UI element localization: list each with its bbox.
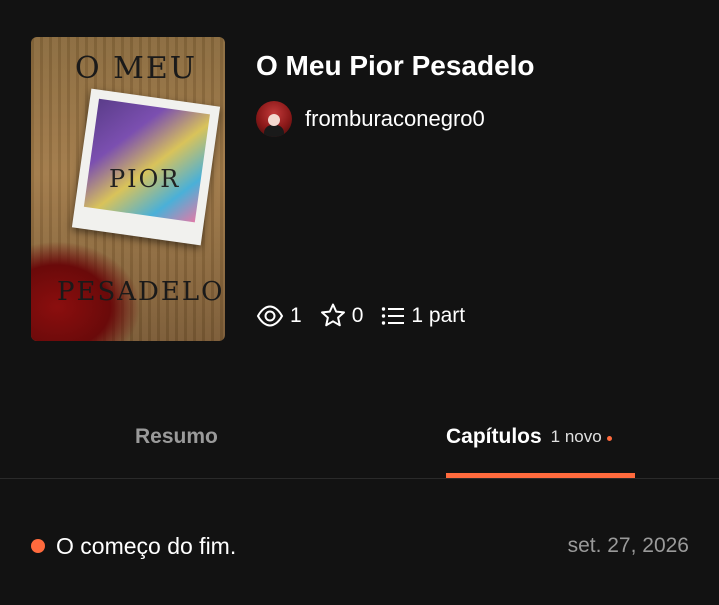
star-icon bbox=[320, 303, 345, 327]
tab-summary-label: Resumo bbox=[135, 425, 218, 448]
tab-chapters[interactable]: Capítulos 1 novo bbox=[446, 398, 612, 476]
cover-title-bottom: PESADELO bbox=[57, 277, 225, 307]
chapter-list-item[interactable]: O começo do fim. set. 27, 2026 bbox=[0, 520, 719, 572]
eye-icon bbox=[256, 304, 284, 327]
author-name[interactable]: fromburaconegro0 bbox=[305, 106, 485, 132]
author-link[interactable]: fromburaconegro0 bbox=[256, 99, 485, 139]
active-tab-indicator bbox=[446, 473, 635, 478]
votes-count: 0 bbox=[351, 303, 364, 327]
reads-count: 1 bbox=[290, 303, 302, 327]
story-stats: 1 0 1 part bbox=[256, 303, 483, 328]
votes-stat: 0 bbox=[320, 303, 364, 328]
new-chapter-dot bbox=[31, 539, 45, 553]
tab-summary[interactable]: Resumo bbox=[135, 398, 218, 476]
cover-title-top: O MEU bbox=[75, 51, 198, 86]
chapter-title[interactable]: O começo do fim. bbox=[56, 533, 236, 560]
reads-stat: 1 bbox=[256, 304, 302, 328]
parts-count: 1 part bbox=[411, 303, 466, 327]
new-indicator-dot bbox=[606, 435, 612, 441]
chapter-date: set. 27, 2026 bbox=[567, 534, 689, 557]
story-title: O Meu Pior Pesadelo bbox=[256, 50, 535, 81]
tab-chapters-label: Capítulos bbox=[446, 425, 542, 448]
parts-stat: 1 part bbox=[381, 304, 465, 328]
story-tabs: Resumo Capítulos 1 novo bbox=[0, 400, 719, 479]
cover-title-mid: PIOR bbox=[109, 165, 181, 193]
author-avatar[interactable] bbox=[256, 101, 292, 137]
new-chapters-badge: 1 novo bbox=[550, 427, 602, 446]
story-cover[interactable]: O MEU PIOR PESADELO bbox=[31, 37, 225, 341]
list-icon bbox=[382, 306, 405, 325]
